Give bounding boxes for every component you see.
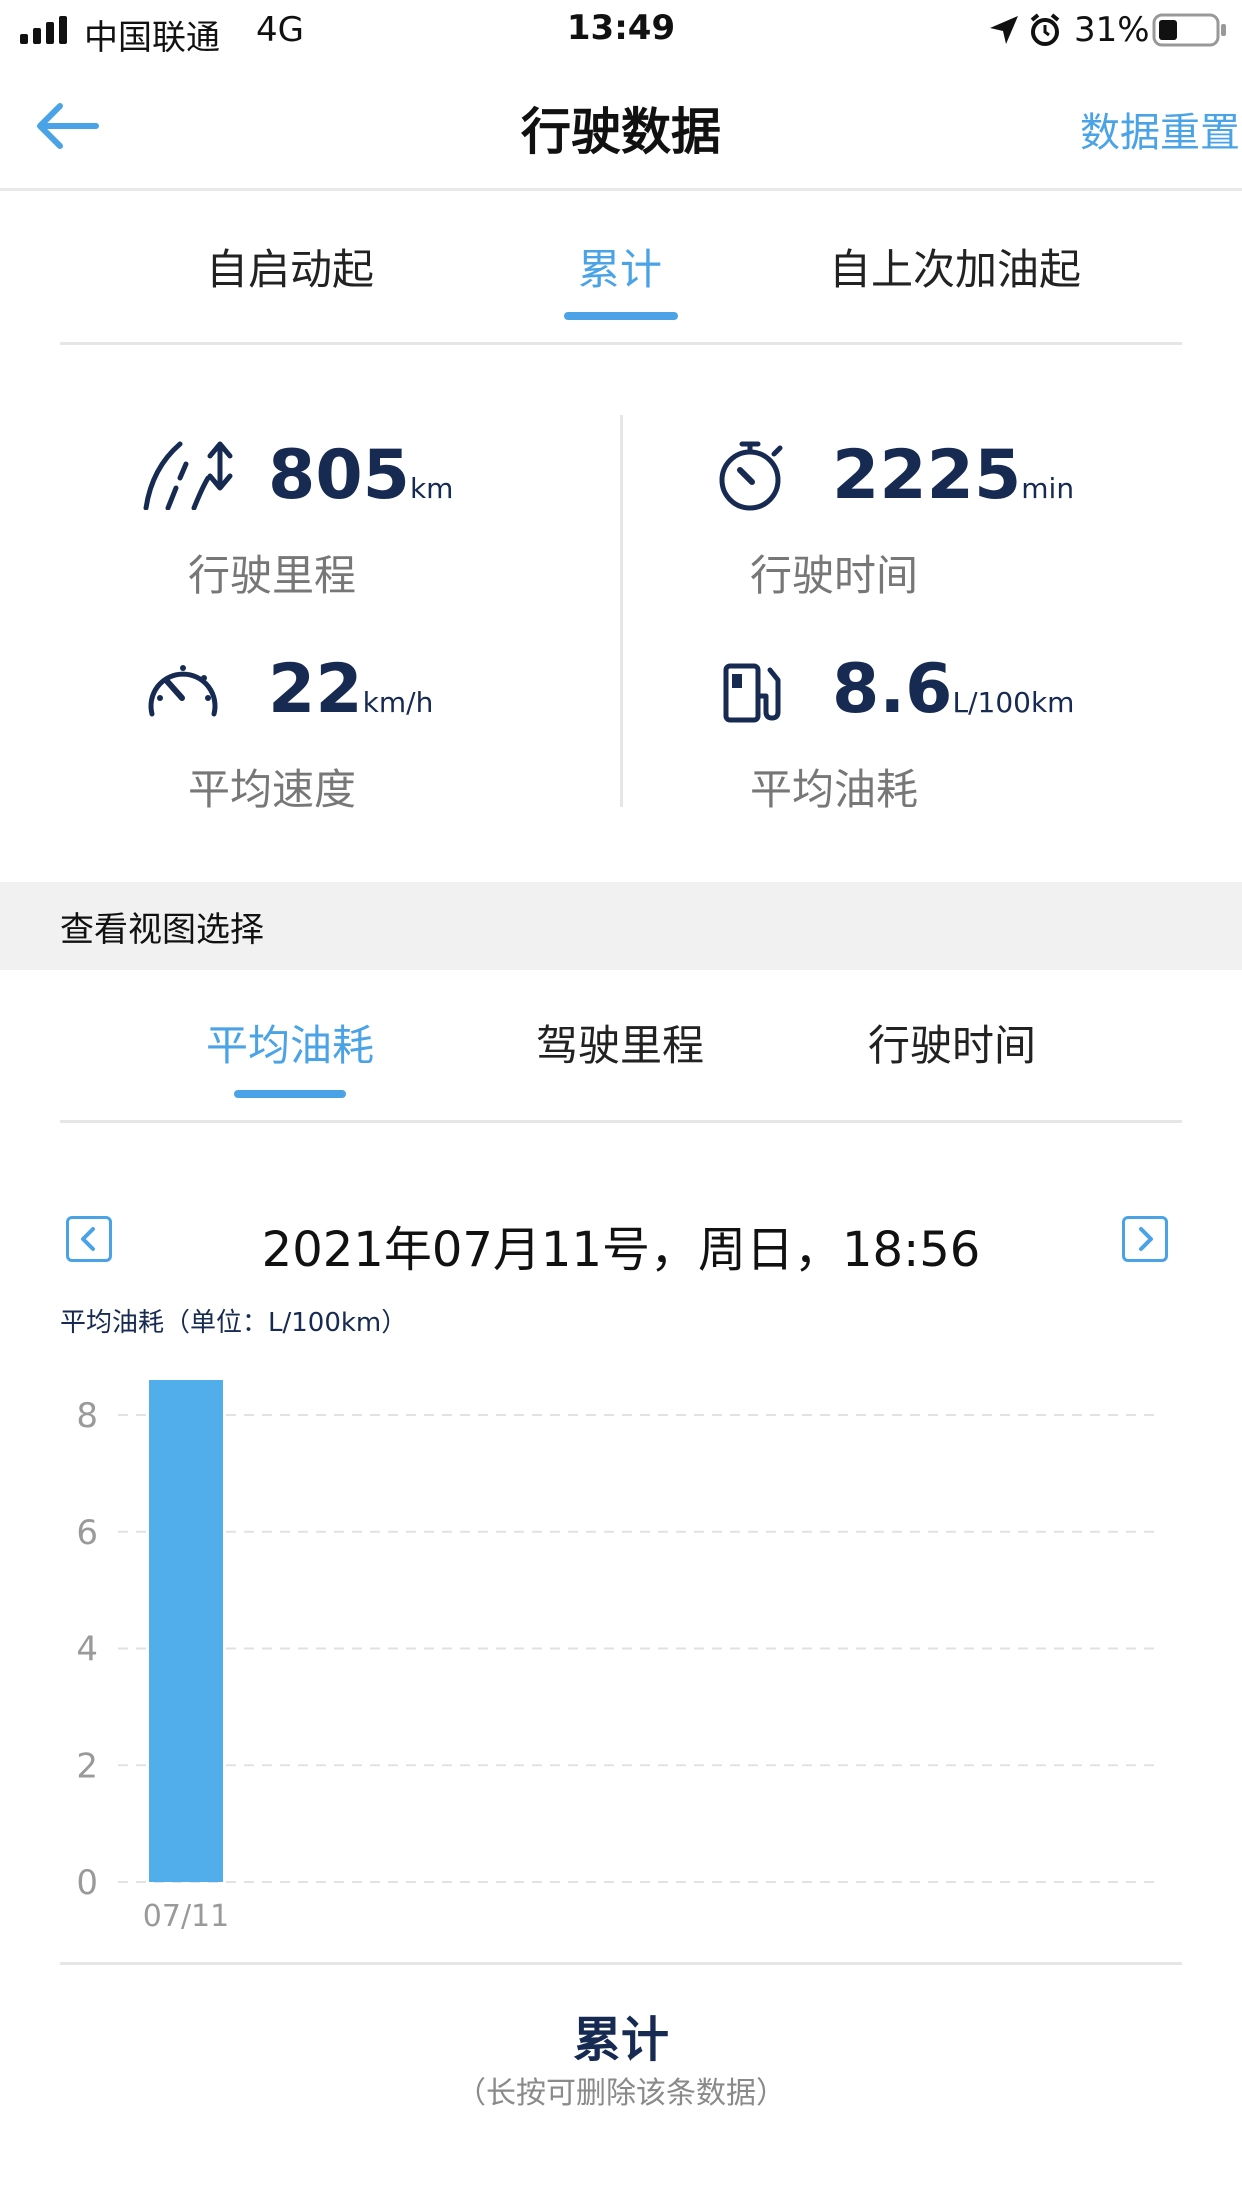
x-tick-label: 07/11 xyxy=(143,1899,229,1934)
selected-period-title: 累计 xyxy=(572,2012,669,2068)
fuel-label: 平均油耗 xyxy=(750,765,919,814)
time-value: 2225min xyxy=(832,436,1074,515)
location-icon xyxy=(990,16,1018,44)
y-tick-label: 6 xyxy=(76,1513,98,1553)
distance-value: 805km xyxy=(268,436,453,515)
speed-number: 22 xyxy=(268,650,363,729)
distance-label: 行驶里程 xyxy=(188,551,357,600)
speedometer-icon xyxy=(148,665,218,717)
battery-icon xyxy=(1152,13,1226,47)
fuel-number: 8.6 xyxy=(832,650,953,729)
time-number: 2225 xyxy=(832,436,1022,515)
long-press-hint: （长按可删除该条数据） xyxy=(456,2076,786,2111)
time-label: 行驶时间 xyxy=(750,551,919,600)
tab-cumulative[interactable]: 累计 xyxy=(520,236,720,297)
fuel-unit: L/100km xyxy=(952,686,1075,719)
y-tick-label: 8 xyxy=(76,1396,98,1436)
time-unit: min xyxy=(1021,472,1075,505)
distance-number: 805 xyxy=(268,436,410,515)
tab-since-refuel[interactable]: 自上次加油起 xyxy=(800,236,1110,297)
tab-drive-distance[interactable]: 驾驶里程 xyxy=(510,1012,730,1073)
tab-since-start[interactable]: 自启动起 xyxy=(150,236,430,297)
page-title: 行驶数据 xyxy=(521,103,721,161)
fuel-bar-chart: 0 2 4 6 8 07/11 xyxy=(76,1380,1155,1934)
stopwatch-icon xyxy=(719,441,783,511)
view-selection-header: 查看视图选择 xyxy=(0,882,1242,970)
chart-bottom-divider xyxy=(60,1962,1182,1965)
tab-avg-fuel[interactable]: 平均油耗 xyxy=(180,1012,400,1073)
reset-data-button[interactable]: 数据重置 xyxy=(1080,100,1240,158)
chart-title: 平均油耗（单位：L/100km） xyxy=(60,1308,408,1338)
distance-unit: km xyxy=(409,472,454,505)
speed-label: 平均速度 xyxy=(188,765,357,814)
y-tick-label: 0 xyxy=(76,1863,98,1903)
road-distance-icon xyxy=(143,441,233,510)
view-selection-title: 查看视图选择 xyxy=(60,910,264,950)
stats-vertical-divider xyxy=(620,415,623,807)
fuel-pump-icon xyxy=(723,663,781,723)
tab-drive-time[interactable]: 行驶时间 xyxy=(842,1012,1062,1073)
y-tick-label: 2 xyxy=(76,1746,98,1786)
y-tick-label: 4 xyxy=(76,1630,98,1670)
view-tabs-divider xyxy=(60,1120,1182,1123)
tab-active-indicator xyxy=(564,312,678,320)
bar-07/11[interactable] xyxy=(149,1380,223,1882)
chevron-right-icon xyxy=(1139,1227,1153,1251)
nav-divider xyxy=(0,188,1242,191)
view-tab-active-indicator xyxy=(234,1090,346,1098)
tabs-divider xyxy=(60,342,1182,345)
next-date-button[interactable] xyxy=(1122,1216,1168,1262)
battery-percent: 31% xyxy=(1074,10,1150,50)
date-display: 2021年07月11号，周日，18:56 xyxy=(261,1222,981,1278)
fuel-value: 8.6L/100km xyxy=(832,650,1074,729)
alarm-icon xyxy=(1030,13,1060,46)
status-bar: 中国联通 4G 13:49 31% xyxy=(0,0,1242,62)
speed-value: 22km/h xyxy=(268,650,433,729)
speed-unit: km/h xyxy=(362,686,434,719)
